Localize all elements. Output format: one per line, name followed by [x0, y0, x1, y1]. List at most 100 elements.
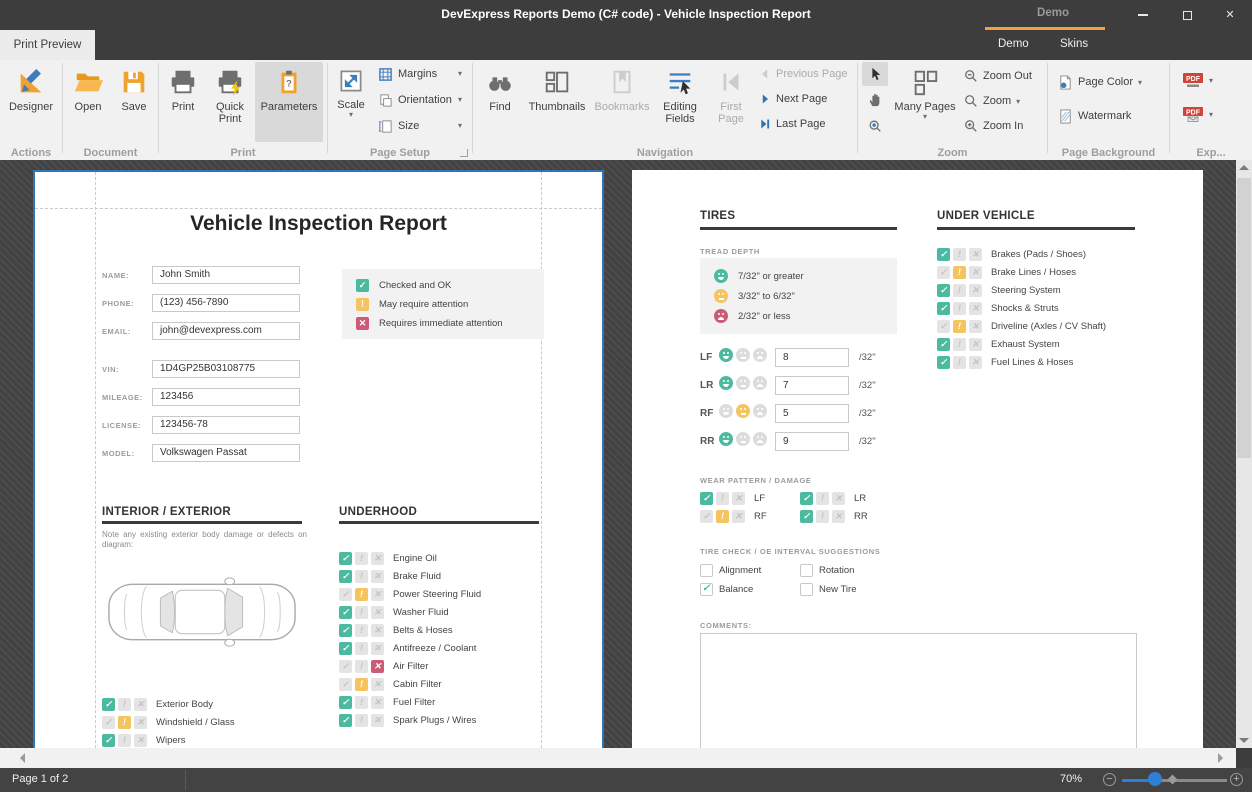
tristate-checkbox[interactable]	[339, 660, 387, 673]
tristate-checkbox[interactable]	[937, 356, 985, 369]
tristate-checkbox[interactable]	[339, 624, 387, 637]
email-field[interactable]: john@devexpress.com	[152, 322, 300, 340]
cross-icon	[356, 317, 369, 330]
printer-icon	[168, 67, 198, 97]
tristate-checkbox[interactable]	[339, 714, 387, 727]
tristate-checkbox[interactable]	[339, 642, 387, 655]
scroll-down-icon[interactable]	[1239, 738, 1249, 743]
dropdown-icon[interactable]: ▾	[458, 122, 462, 129]
tristate-checkbox[interactable]	[339, 678, 387, 691]
tristate-checkbox[interactable]	[937, 302, 985, 315]
scroll-up-icon[interactable]	[1239, 165, 1249, 170]
tread-depth-input[interactable]: 5	[775, 404, 849, 423]
zoom-in-button[interactable]: Zoom In	[964, 116, 1023, 136]
tread-rating[interactable]	[719, 376, 770, 395]
tristate-checkbox[interactable]	[339, 570, 387, 583]
comments-box[interactable]	[700, 633, 1137, 748]
scroll-right-icon[interactable]	[1218, 753, 1223, 763]
dropdown-icon[interactable]: ▾	[458, 70, 462, 77]
zoom-button[interactable]: Zoom ▾	[964, 91, 1020, 111]
preview-area[interactable]: Vehicle Inspection Report NAME: John Smi…	[0, 160, 1252, 748]
tab-demo[interactable]: Demo	[998, 38, 1029, 50]
tab-skins[interactable]: Skins	[1060, 38, 1088, 50]
parameters-button[interactable]: ? Parameters	[255, 62, 323, 142]
tristate-checkbox[interactable]	[102, 734, 150, 747]
phone-field[interactable]: (123) 456-7890	[152, 294, 300, 312]
name-field[interactable]: John Smith	[152, 266, 300, 284]
tristate-checkbox[interactable]	[937, 284, 985, 297]
save-icon	[119, 67, 149, 97]
model-field[interactable]: Volkswagen Passat	[152, 444, 300, 462]
tristate-checkbox[interactable]	[937, 338, 985, 351]
designer-button[interactable]: Designer	[5, 62, 57, 142]
orientation-button[interactable]: Orientation	[378, 90, 452, 110]
many-pages-button[interactable]: Many Pages ▾	[894, 62, 956, 142]
margins-button[interactable]: Margins	[378, 64, 437, 84]
hand-tool-button[interactable]	[862, 88, 888, 112]
zoom-region-tool-button[interactable]	[862, 114, 888, 138]
new-tire-checkbox[interactable]	[800, 583, 813, 596]
balance-checkbox[interactable]	[700, 583, 713, 596]
tristate-checkbox[interactable]	[700, 510, 748, 523]
dialog-launcher-icon[interactable]	[460, 149, 468, 157]
dropdown-icon[interactable]: ▾	[458, 96, 462, 103]
tread-rating[interactable]	[719, 404, 770, 423]
tristate-checkbox[interactable]	[339, 588, 387, 601]
next-page-button[interactable]: Next Page	[759, 89, 827, 109]
tristate-checkbox[interactable]	[102, 716, 150, 729]
license-field[interactable]: 123456-78	[152, 416, 300, 434]
alignment-checkbox[interactable]	[700, 564, 713, 577]
report-page-2[interactable]: TIRES TREAD DEPTH 7/32" or greater 3/32"…	[632, 170, 1203, 748]
tread-depth-input[interactable]: 7	[775, 376, 849, 395]
rotation-checkbox[interactable]	[800, 564, 813, 577]
header-menu-demo[interactable]: Demo	[1008, 7, 1098, 19]
mileage-field[interactable]: 123456	[152, 388, 300, 406]
close-button[interactable]: ✕	[1215, 6, 1245, 24]
tristate-checkbox[interactable]	[800, 510, 848, 523]
tristate-checkbox[interactable]	[700, 492, 748, 505]
tristate-checkbox[interactable]	[937, 266, 985, 279]
warning-icon	[355, 624, 368, 637]
tristate-checkbox[interactable]	[339, 606, 387, 619]
print-button[interactable]: Print	[162, 62, 204, 142]
thumbnails-button[interactable]: Thumbnails	[525, 62, 589, 142]
find-button[interactable]: Find	[479, 62, 521, 142]
vertical-scrollbar-thumb[interactable]	[1237, 178, 1251, 458]
size-button[interactable]: Size	[378, 116, 419, 136]
zoom-out-button-status[interactable]: −	[1103, 773, 1116, 786]
save-button[interactable]: Save	[113, 62, 155, 142]
tristate-checkbox[interactable]	[102, 698, 150, 711]
tristate-checkbox[interactable]	[339, 696, 387, 709]
tread-rating[interactable]	[719, 432, 770, 451]
tread-depth-input[interactable]: 8	[775, 348, 849, 367]
zoom-slider-thumb[interactable]	[1148, 772, 1162, 786]
zoom-in-button-status[interactable]: +	[1230, 773, 1243, 786]
last-page-button[interactable]: Last Page	[759, 114, 826, 134]
wear-label: RR	[854, 511, 868, 522]
tab-print-preview[interactable]: Print Preview	[0, 30, 95, 60]
page-color-button[interactable]: Page Color ▾	[1058, 72, 1142, 92]
scale-button[interactable]: Scale ▾	[331, 62, 371, 142]
pointer-tool-button[interactable]	[862, 62, 888, 86]
maximize-button[interactable]	[1172, 6, 1202, 24]
tread-depth-input[interactable]: 9	[775, 432, 849, 451]
scroll-left-icon[interactable]	[20, 753, 25, 763]
minimize-button[interactable]	[1128, 6, 1158, 24]
export-pdf-button[interactable]: PDF ▾	[1182, 70, 1213, 90]
send-pdf-button[interactable]: PDF ▾	[1182, 104, 1213, 124]
tristate-checkbox[interactable]	[800, 492, 848, 505]
quick-print-button[interactable]: Quick Print	[206, 62, 254, 142]
watermark-button[interactable]: Watermark	[1058, 106, 1131, 126]
suggestion-label: Balance	[719, 584, 753, 595]
vin-field[interactable]: 1D4GP25B03108775	[152, 360, 300, 378]
editing-fields-button[interactable]: Editing Fields	[654, 62, 706, 142]
tristate-checkbox[interactable]	[937, 320, 985, 333]
horizontal-scrollbar[interactable]	[0, 748, 1236, 768]
tristate-checkbox[interactable]	[937, 248, 985, 261]
report-page-1[interactable]: Vehicle Inspection Report NAME: John Smi…	[33, 170, 604, 748]
tristate-checkbox[interactable]	[339, 552, 387, 565]
open-button[interactable]: Open	[67, 62, 109, 142]
tread-rating[interactable]	[719, 348, 770, 367]
zoom-slider-track[interactable]	[1155, 779, 1227, 782]
zoom-out-button[interactable]: Zoom Out	[964, 66, 1032, 86]
